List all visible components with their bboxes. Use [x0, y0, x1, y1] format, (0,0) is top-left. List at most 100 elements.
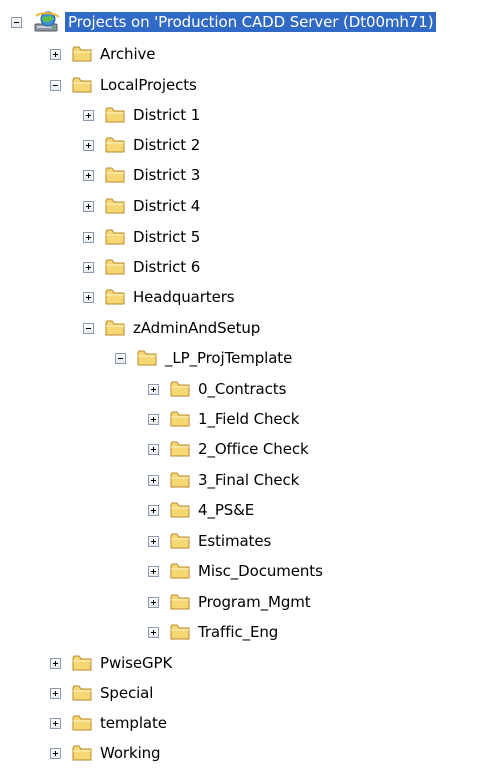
tree-item-label: LocalProjects: [100, 76, 197, 94]
tree-item-0-contracts[interactable]: 0_Contracts: [148, 374, 288, 404]
expand-icon[interactable]: [83, 169, 94, 181]
folder-icon: [72, 714, 92, 732]
tree-item-label: District 6: [133, 258, 201, 276]
expand-icon[interactable]: [83, 139, 94, 151]
tree-item-label: _LP_ProjTemplate: [165, 349, 293, 367]
tree-item-traffic-eng[interactable]: Traffic_Eng: [148, 617, 280, 647]
tree-item-1-field-check[interactable]: 1_Field Check: [148, 404, 301, 434]
tree-item-label: District 5: [133, 228, 201, 246]
expand-icon[interactable]: [83, 261, 94, 273]
folder-icon: [170, 593, 190, 611]
folder-icon: [137, 349, 157, 367]
folder-icon: [105, 228, 125, 246]
folder-icon: [170, 532, 190, 550]
folder-icon: [170, 410, 190, 428]
tree-item-district-5[interactable]: District 5: [83, 222, 202, 252]
expand-icon[interactable]: [50, 747, 61, 759]
tree-item-label: Archive: [100, 45, 156, 63]
tree-item-label: 0_Contracts: [198, 380, 287, 398]
folder-icon: [105, 106, 125, 124]
expand-icon[interactable]: [50, 657, 61, 669]
folder-icon: [72, 45, 92, 63]
tree-item-label: PwiseGPK: [100, 654, 173, 672]
tree-item-label: Estimates: [198, 532, 272, 550]
expand-icon[interactable]: [50, 48, 61, 60]
expand-icon[interactable]: [83, 109, 94, 121]
folder-icon: [105, 319, 125, 337]
tree-item-district-1[interactable]: District 1: [83, 100, 202, 130]
tree-item-working[interactable]: Working: [50, 738, 162, 768]
tree-item-label: District 2: [133, 136, 201, 154]
server-globe-icon: [33, 10, 61, 34]
tree-item-label: Traffic_Eng: [198, 623, 279, 641]
tree-item-3-final-check[interactable]: 3_Final Check: [148, 465, 301, 495]
expand-icon[interactable]: [148, 474, 159, 486]
collapse-icon[interactable]: [115, 352, 126, 364]
tree-item-label: 2_Office Check: [198, 440, 309, 458]
expand-icon[interactable]: [148, 443, 159, 455]
project-tree: Projects on 'Production CADD Server (Dt0…: [0, 0, 500, 768]
folder-icon: [72, 76, 92, 94]
expand-icon[interactable]: [148, 535, 159, 547]
tree-item-label: District 1: [133, 106, 201, 124]
tree-item-archive[interactable]: Archive: [50, 39, 157, 69]
folder-icon: [72, 744, 92, 762]
folder-icon: [105, 197, 125, 215]
tree-item-zadminandsetup[interactable]: zAdminAndSetup: [83, 313, 262, 343]
tree-item-label: Misc_Documents: [198, 562, 323, 580]
folder-icon: [170, 623, 190, 641]
collapse-icon[interactable]: [50, 79, 61, 91]
tree-item-label: template: [100, 714, 167, 732]
expand-icon[interactable]: [148, 413, 159, 425]
folder-icon: [170, 380, 190, 398]
folder-icon: [72, 654, 92, 672]
expand-icon[interactable]: [148, 626, 159, 638]
tree-item-district-2[interactable]: District 2: [83, 130, 202, 160]
tree-item-label: zAdminAndSetup: [133, 319, 261, 337]
tree-root-node[interactable]: Projects on 'Production CADD Server (Dt0…: [11, 7, 437, 37]
expand-icon[interactable]: [83, 231, 94, 243]
tree-item-lp-projtemplate[interactable]: _LP_ProjTemplate: [115, 343, 294, 373]
tree-item-estimates[interactable]: Estimates: [148, 526, 273, 556]
folder-icon: [105, 166, 125, 184]
expand-icon[interactable]: [83, 200, 94, 212]
tree-item-district-4[interactable]: District 4: [83, 191, 202, 221]
folder-icon: [105, 136, 125, 154]
folder-icon: [170, 440, 190, 458]
folder-icon: [170, 471, 190, 489]
tree-item-label: 4_PS&E: [198, 501, 255, 519]
tree-item-program-mgmt[interactable]: Program_Mgmt: [148, 587, 313, 617]
tree-item-label: Program_Mgmt: [198, 593, 311, 611]
tree-item-label: 3_Final Check: [198, 471, 300, 489]
tree-item-pwisegpk[interactable]: PwiseGPK: [50, 648, 174, 678]
tree-root-label: Projects on 'Production CADD Server (Dt0…: [65, 12, 437, 32]
tree-item-headquarters[interactable]: Headquarters: [83, 282, 237, 312]
tree-item-misc-documents[interactable]: Misc_Documents: [148, 556, 325, 586]
tree-item-4-ps-e[interactable]: 4_PS&E: [148, 495, 256, 525]
expand-icon[interactable]: [148, 383, 159, 395]
tree-item-label: District 4: [133, 197, 201, 215]
expand-icon[interactable]: [50, 717, 61, 729]
tree-item-district-3[interactable]: District 3: [83, 160, 202, 190]
tree-item-label: Working: [100, 744, 161, 762]
folder-icon: [105, 288, 125, 306]
expand-icon[interactable]: [148, 596, 159, 608]
tree-item-label: Headquarters: [133, 288, 235, 306]
folder-icon: [105, 258, 125, 276]
tree-item-template[interactable]: template: [50, 708, 169, 738]
expand-icon[interactable]: [148, 565, 159, 577]
folder-icon: [72, 684, 92, 702]
tree-item-localprojects[interactable]: LocalProjects: [50, 70, 199, 100]
collapse-icon[interactable]: [11, 16, 22, 28]
tree-item-district-6[interactable]: District 6: [83, 252, 202, 282]
tree-item-label: Special: [100, 684, 154, 702]
folder-icon: [170, 562, 190, 580]
tree-item-label: 1_Field Check: [198, 410, 300, 428]
collapse-icon[interactable]: [83, 322, 94, 334]
folder-icon: [170, 501, 190, 519]
expand-icon[interactable]: [83, 291, 94, 303]
tree-item-2-office-check[interactable]: 2_Office Check: [148, 434, 311, 464]
tree-item-special[interactable]: Special: [50, 678, 155, 708]
expand-icon[interactable]: [148, 504, 159, 516]
expand-icon[interactable]: [50, 687, 61, 699]
